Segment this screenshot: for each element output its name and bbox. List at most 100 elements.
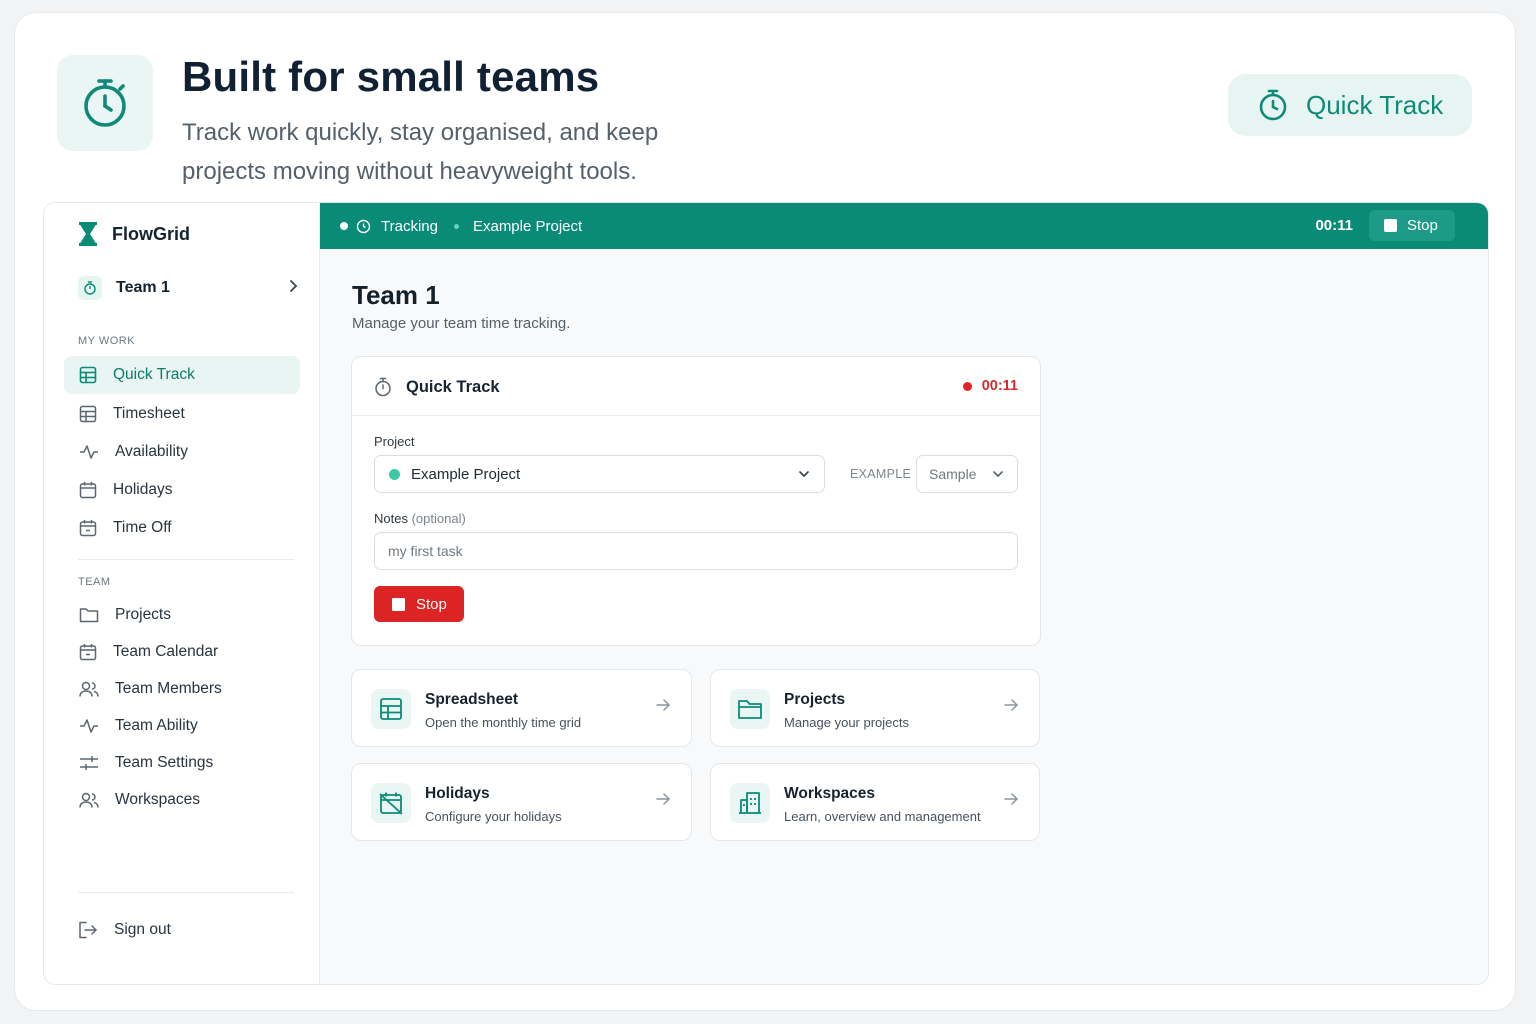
tracking-bar: Tracking Example Project 00:11 Stop (320, 203, 1488, 249)
project-color-dot (389, 468, 400, 480)
hourglass-icon (78, 222, 98, 246)
sidebar-item-label: Time Off (113, 519, 172, 536)
app-window: FlowGrid Team 1 MY WORK Quick Track Time… (43, 202, 1489, 985)
tile-title: Holidays (425, 785, 490, 802)
sidebar-item-team-ability[interactable]: Team Ability (64, 707, 300, 745)
arrow-right-icon (1003, 792, 1019, 806)
sidebar-divider (78, 892, 294, 893)
recording-indicator: 00:11 (962, 378, 1018, 394)
chevron-down-icon (798, 468, 810, 480)
sidebar-item-availability[interactable]: Availability (64, 433, 300, 471)
tile-projects[interactable]: Projects Manage your projects (710, 669, 1040, 747)
sign-out-icon (78, 921, 98, 939)
calendar-off-icon (371, 783, 411, 823)
tile-subtitle: Learn, overview and management (784, 809, 981, 824)
sample-select[interactable]: Sample (916, 455, 1018, 493)
team-switcher[interactable]: Team 1 (78, 274, 298, 302)
sidebar-item-label: Timesheet (113, 405, 185, 422)
notes-label: Notes (optional) (374, 511, 466, 526)
tile-title: Projects (784, 691, 846, 708)
activity-icon (79, 443, 99, 461)
project-select[interactable]: Example Project (374, 455, 825, 493)
quick-track-title-text: Quick Track (406, 377, 500, 396)
sidebar-item-team-members[interactable]: Team Members (64, 670, 300, 708)
brand[interactable]: FlowGrid (78, 222, 190, 246)
clock-icon (356, 219, 371, 234)
team-icon (78, 276, 102, 300)
table-icon (79, 366, 97, 384)
chevron-right-icon (288, 279, 298, 293)
sidebar-item-label: Holidays (113, 481, 173, 498)
sidebar-item-team-settings[interactable]: Team Settings (64, 744, 300, 782)
stop-button[interactable]: Stop (374, 586, 464, 622)
users-icon (79, 680, 99, 698)
calendar-icon (79, 481, 97, 499)
sidebar-item-label: Availability (115, 443, 188, 460)
quick-track-badge[interactable]: Quick Track (1228, 74, 1472, 136)
sidebar-item-workspaces[interactable]: Workspaces (64, 781, 300, 819)
tile-subtitle: Configure your holidays (425, 809, 562, 824)
sidebar-item-label: Team Calendar (113, 643, 219, 660)
sidebar: FlowGrid Team 1 MY WORK Quick Track Time… (44, 203, 320, 984)
stopwatch-icon (57, 55, 153, 151)
brand-name: FlowGrid (112, 223, 190, 244)
table-icon (371, 689, 411, 729)
separator-dot (453, 223, 459, 229)
arrow-right-icon (655, 698, 671, 712)
page-subtitle: Manage your team time tracking. (352, 315, 571, 332)
sliders-icon (79, 754, 99, 772)
sidebar-item-label: Quick Track (113, 366, 195, 383)
chevron-down-icon (992, 468, 1004, 480)
stop-icon (1384, 219, 1397, 232)
tile-spreadsheet[interactable]: Spreadsheet Open the monthly time grid (351, 669, 692, 747)
notes-placeholder: my first task (388, 543, 463, 559)
building-icon (730, 783, 770, 823)
sidebar-divider (78, 559, 294, 560)
notes-optional: (optional) (411, 511, 466, 526)
sign-out-label: Sign out (114, 921, 171, 938)
sign-out-button[interactable]: Sign out (78, 921, 171, 939)
stop-label: Stop (1407, 217, 1438, 234)
tile-title: Workspaces (784, 785, 876, 802)
page-title: Team 1 (352, 280, 440, 310)
stop-button-label: Stop (416, 595, 447, 613)
calendar-icon (79, 519, 97, 537)
hero-subtitle: Track work quickly, stay organised, and … (182, 119, 659, 185)
quick-track-card: Quick Track 00:11 Project Example Projec… (351, 356, 1041, 646)
tracking-timer: 00:11 (1315, 217, 1353, 234)
quick-track-timer: 00:11 (981, 378, 1018, 394)
example-label: EXAMPLE (850, 467, 912, 481)
sidebar-item-team-calendar[interactable]: Team Calendar (64, 633, 300, 671)
sidebar-item-holidays[interactable]: Holidays (64, 471, 300, 509)
stopwatch-icon (1258, 89, 1288, 121)
project-label: Project (374, 434, 415, 449)
sample-select-value: Sample (929, 466, 977, 482)
sidebar-item-label: Team Settings (115, 754, 214, 771)
hero-card: Built for small teams Track work quickly… (14, 12, 1516, 1011)
section-label-my-work: MY WORK (78, 335, 136, 347)
folder-icon (730, 689, 770, 729)
sidebar-item-label: Workspaces (115, 791, 200, 808)
activity-icon (79, 717, 99, 735)
table-icon (79, 405, 97, 423)
section-label-team: TEAM (78, 576, 111, 588)
folder-icon (79, 606, 99, 624)
badge-label: Quick Track (1306, 89, 1444, 120)
sidebar-item-projects[interactable]: Projects (64, 596, 300, 634)
sidebar-item-quick-track[interactable]: Quick Track (64, 356, 300, 394)
topbar-stop-button[interactable]: Stop (1369, 210, 1455, 241)
tile-subtitle: Manage your projects (784, 715, 910, 730)
tracking-status: Tracking (356, 218, 438, 235)
sidebar-item-time-off[interactable]: Time Off (64, 509, 300, 547)
sidebar-item-timesheet[interactable]: Timesheet (64, 395, 300, 433)
tile-holidays[interactable]: Holidays Configure your holidays (351, 763, 692, 841)
arrow-right-icon (1003, 698, 1019, 712)
users-icon (79, 791, 99, 809)
notes-label-text: Notes (374, 511, 408, 526)
notes-input[interactable]: my first task (374, 532, 1018, 570)
sidebar-item-label: Team Members (115, 680, 222, 697)
hero-title: Built for small teams (182, 53, 600, 100)
sidebar-item-label: Projects (115, 606, 171, 623)
recording-dot (962, 381, 972, 391)
tile-workspaces[interactable]: Workspaces Learn, overview and managemen… (710, 763, 1040, 841)
